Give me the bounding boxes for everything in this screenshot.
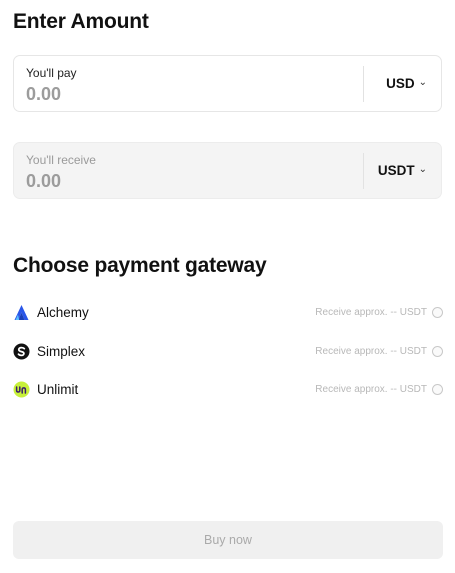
gateway-option-unlimit[interactable]: Unlimit Receive approx. -- USDT	[13, 378, 443, 400]
gateway-name: Unlimit	[37, 381, 79, 397]
receive-field-divider	[363, 153, 364, 189]
gateway-radio[interactable]	[432, 383, 443, 395]
enter-amount-title: Enter Amount	[13, 10, 149, 33]
gateway-option-alchemy[interactable]: Alchemy Receive approx. -- USDT	[13, 301, 443, 323]
gateway-receive-text: Receive approx. -- USDT	[315, 306, 427, 318]
alchemy-logo-icon	[13, 304, 30, 321]
receive-amount-label: You'll receive	[26, 153, 96, 167]
payment-gateway-title: Choose payment gateway	[13, 254, 267, 277]
pay-amount-field[interactable]: You'll pay USD ⌄	[13, 55, 442, 112]
gateway-receive-text: Receive approx. -- USDT	[315, 345, 427, 357]
receive-currency-select[interactable]: USDT ⌄	[378, 143, 427, 198]
pay-currency-label: USD	[386, 76, 415, 91]
gateway-radio[interactable]	[432, 306, 443, 318]
pay-currency-select[interactable]: USD ⌄	[386, 56, 427, 111]
pay-field-divider	[363, 66, 364, 102]
simplex-logo-icon	[13, 343, 30, 360]
pay-amount-label: You'll pay	[26, 66, 77, 80]
gateway-option-simplex[interactable]: Simplex Receive approx. -- USDT	[13, 340, 443, 362]
gateway-name: Simplex	[37, 343, 86, 359]
gateway-name: Alchemy	[37, 304, 89, 320]
unlimit-logo-icon	[13, 381, 30, 398]
chevron-down-icon: ⌄	[418, 164, 427, 175]
receive-amount-field: You'll receive USDT ⌄	[13, 142, 442, 199]
chevron-down-icon: ⌄	[418, 77, 427, 88]
pay-amount-input[interactable]	[26, 83, 176, 105]
gateway-receive-text: Receive approx. -- USDT	[315, 383, 427, 395]
receive-currency-label: USDT	[377, 163, 415, 178]
gateway-radio[interactable]	[432, 345, 443, 357]
receive-amount-input	[26, 170, 176, 192]
buy-now-button[interactable]: Buy now	[13, 521, 443, 559]
